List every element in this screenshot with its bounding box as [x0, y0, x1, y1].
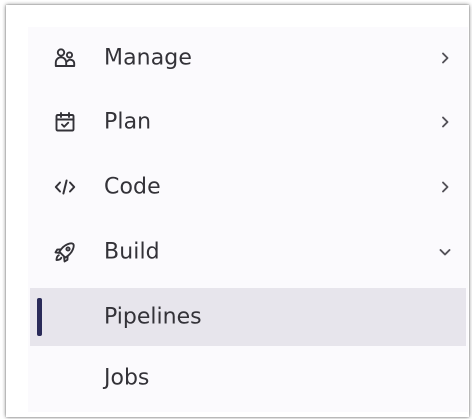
- sidebar-subitem-pipelines[interactable]: Pipelines: [30, 288, 466, 346]
- sidebar-frame: Manage Plan Code Build Pipelines Jobs: [6, 5, 469, 417]
- chevron-down-icon: [436, 243, 454, 261]
- sidebar-item-label: Code: [104, 174, 161, 200]
- rocket-icon: [52, 239, 78, 265]
- active-indicator: [37, 298, 42, 336]
- sidebar-item-label: Manage: [104, 45, 192, 71]
- chevron-right-icon: [436, 178, 454, 196]
- users-icon: [52, 45, 78, 71]
- sidebar-item-label: Plan: [104, 109, 152, 135]
- sidebar-subitem-label: Jobs: [104, 365, 150, 391]
- chevron-right-icon: [436, 113, 454, 131]
- sidebar-item-label: Build: [104, 239, 160, 265]
- sidebar-subitem-label: Pipelines: [104, 304, 202, 330]
- chevron-right-icon: [436, 49, 454, 67]
- sidebar-item-manage[interactable]: Manage: [28, 29, 468, 87]
- code-icon: [52, 174, 78, 200]
- sidebar-subitem-jobs[interactable]: Jobs: [30, 349, 466, 407]
- sidebar-nav: Manage Plan Code Build Pipelines Jobs: [28, 27, 468, 412]
- sidebar-item-build[interactable]: Build: [28, 223, 468, 281]
- calendar-check-icon: [52, 109, 78, 135]
- sidebar-item-code[interactable]: Code: [28, 158, 468, 216]
- sidebar-item-plan[interactable]: Plan: [28, 93, 468, 151]
